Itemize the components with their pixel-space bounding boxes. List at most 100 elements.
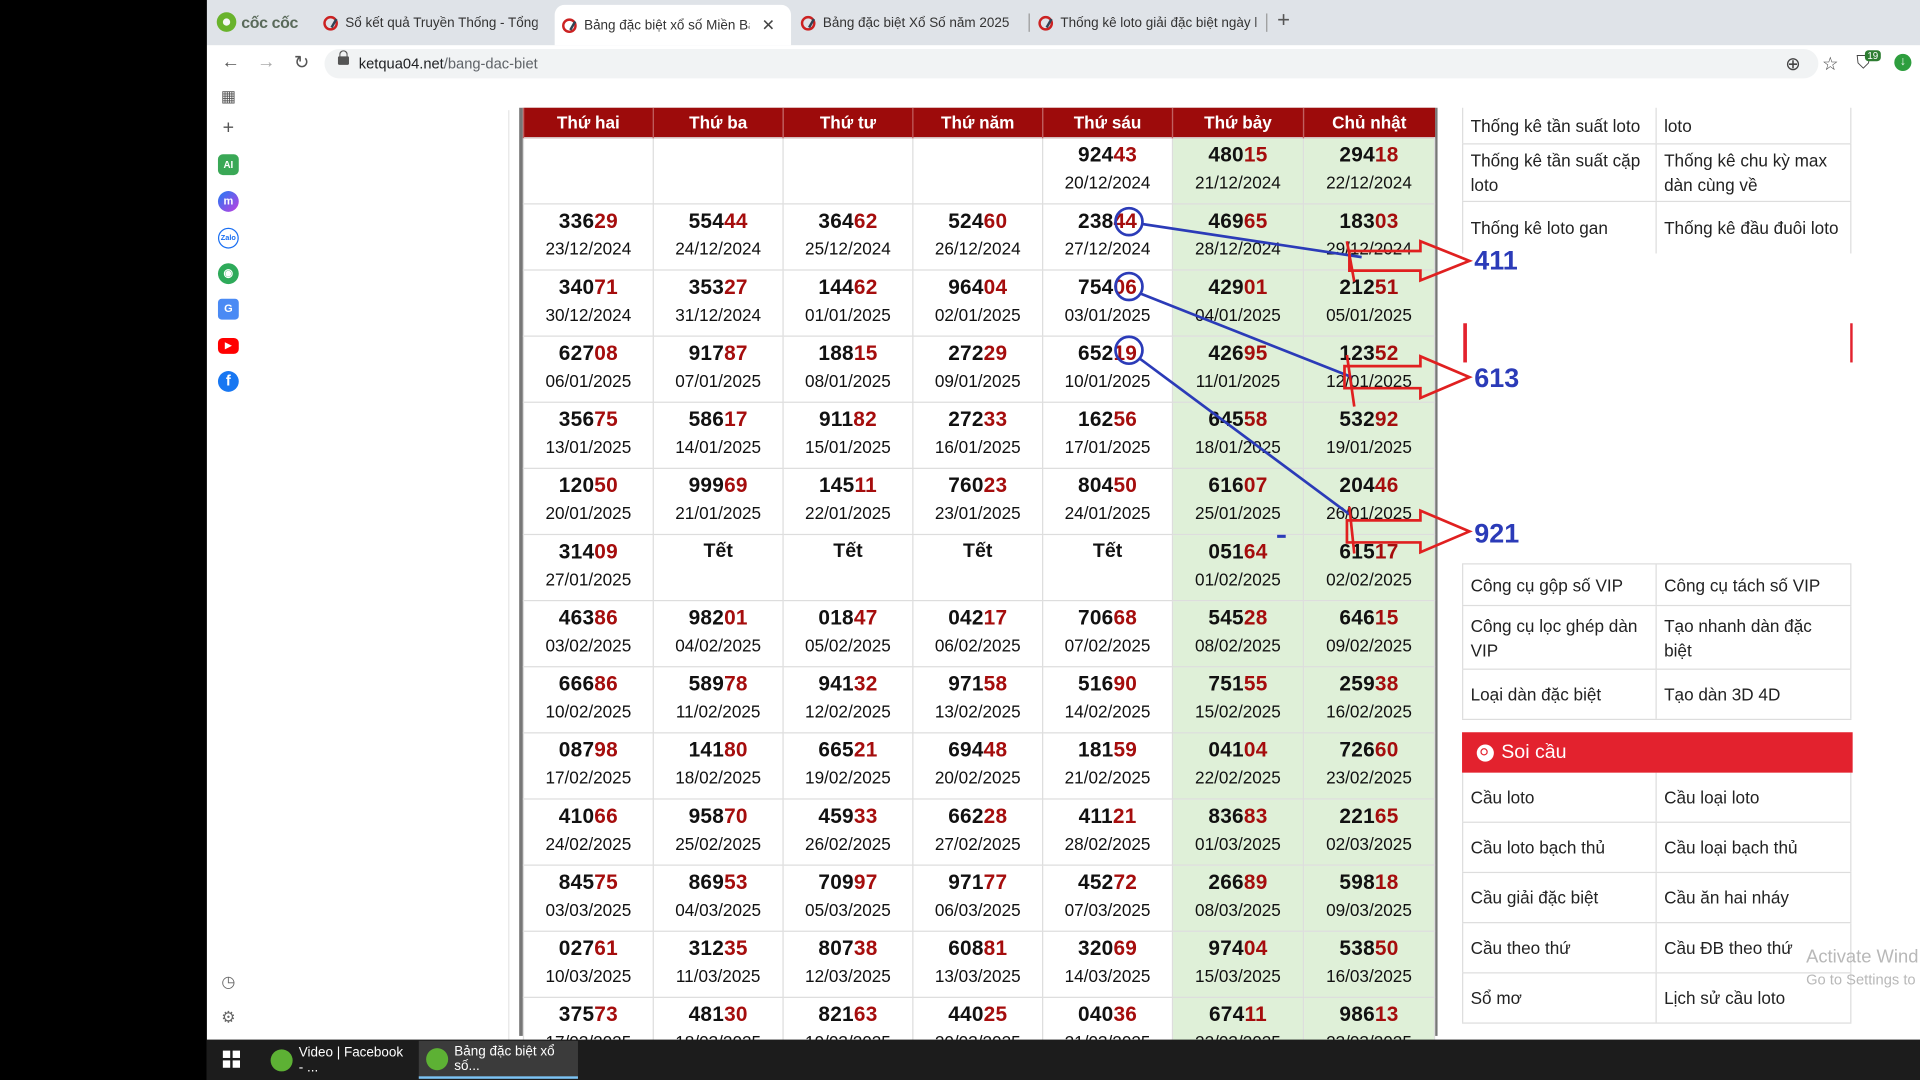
- taskbar-app-facebook[interactable]: Video | Facebook - ...: [263, 1041, 416, 1079]
- draw-date: 03/02/2025: [545, 635, 632, 656]
- link-cau-loai-loto[interactable]: Cầu loại loto: [1657, 772, 1852, 822]
- ai-icon[interactable]: AI: [217, 154, 239, 176]
- link-tao-nhanh-dan[interactable]: Tạo nhanh dàn đặc biệt: [1657, 606, 1852, 669]
- number-head: 941: [818, 672, 854, 696]
- special-prize-number: 97177: [913, 868, 1042, 896]
- back-icon[interactable]: ←: [222, 51, 240, 72]
- grid-icon[interactable]: ▦: [218, 86, 239, 107]
- link-gop-so-vip[interactable]: Công cụ gộp số VIP: [1462, 564, 1657, 605]
- draw-date: 01/03/2025: [1195, 833, 1281, 854]
- draw-date: 12/03/2025: [805, 966, 891, 986]
- coccoc-app-icon: [270, 1048, 293, 1071]
- number-tail: 89: [1243, 870, 1268, 894]
- zalo-icon[interactable]: Zalo: [217, 227, 239, 249]
- number-head: 924: [1077, 143, 1114, 167]
- coccoc-logo[interactable]: cốc cốc: [216, 10, 298, 34]
- draw-date: 16/01/2025: [934, 437, 1021, 457]
- link-dau-duoi-loto[interactable]: Thống kê đầu đuôi loto: [1657, 202, 1852, 254]
- special-prize-number: 97158: [913, 670, 1042, 698]
- reload-icon[interactable]: ↻: [294, 51, 309, 74]
- col-header-thursday: Thứ năm: [912, 107, 1043, 138]
- link-loai-dan-dac-biet[interactable]: Loại dàn đặc biệt: [1462, 669, 1657, 719]
- special-prize-number: 66228: [913, 802, 1042, 830]
- download-icon[interactable]: ↓: [1894, 53, 1912, 72]
- right-row: Thống kê loto gan Thống kê đầu đuôi loto: [1462, 202, 1852, 254]
- number-head: 272: [948, 407, 984, 432]
- draw-date: 12/01/2025: [1326, 371, 1412, 391]
- plus-icon[interactable]: +: [218, 118, 239, 139]
- tab-bang-dac-biet-2025[interactable]: Bảng đặc biệt Xổ Số năm 2025: [793, 5, 1026, 42]
- number-tail: 04: [1243, 936, 1268, 961]
- soi-cau-title: Soi cầu: [1501, 741, 1567, 763]
- games-icon[interactable]: ◉: [217, 263, 239, 285]
- result-cell: 04104 22/02/2025: [1171, 732, 1305, 800]
- forward-icon[interactable]: →: [257, 51, 275, 72]
- number-tail: 56: [1113, 407, 1138, 432]
- special-prize-number: 42695: [1173, 339, 1303, 367]
- number-tail: 07: [1243, 473, 1268, 498]
- number-head: 463: [558, 606, 595, 630]
- link-loc-ghep-dan-vip[interactable]: Công cụ lọc ghép dàn VIP: [1462, 606, 1657, 669]
- special-prize-number: 32069: [1043, 934, 1172, 962]
- link-cau-giai-dac-biet[interactable]: Cầu giải đặc biệt: [1462, 873, 1657, 923]
- translate-icon[interactable]: G: [217, 298, 239, 320]
- left-black-margin: [0, 0, 207, 1080]
- special-prize-number: 83683: [1173, 802, 1303, 830]
- number-tail: 95: [1243, 341, 1268, 365]
- lock-icon[interactable]: [337, 50, 349, 65]
- link-cau-loai-bach-thu[interactable]: Cầu loại bạch thủ: [1657, 822, 1852, 872]
- draw-date: 08/02/2025: [1195, 635, 1281, 656]
- result-cell: 46965 28/12/2024: [1171, 203, 1305, 271]
- result-cell: 41066 24/02/2025: [522, 798, 654, 866]
- taskbar-app-bang-dac-biet[interactable]: Bảng đặc biệt xổ số...: [418, 1040, 578, 1079]
- number-head: 027: [558, 936, 595, 961]
- link-chu-ky-max[interactable]: Thống kê chu kỳ max dàn cùng về: [1657, 144, 1852, 201]
- link-tan-suat-cap-loto[interactable]: Thống kê tần suất cặp loto: [1462, 144, 1657, 201]
- tab-truyen-thong[interactable]: Sổ kết quả Truyền Thống - Tổng h: [316, 5, 545, 42]
- number-head: 532: [1339, 407, 1375, 432]
- close-tab-icon[interactable]: ✕: [762, 15, 775, 35]
- settings-icon[interactable]: ⚙: [218, 1007, 239, 1028]
- number-tail: 17: [724, 407, 748, 432]
- new-tab-icon[interactable]: +: [1277, 7, 1290, 33]
- facebook-icon[interactable]: f: [217, 371, 239, 392]
- number-head: 141: [688, 738, 725, 762]
- number-head: 145: [818, 473, 855, 498]
- link-tao-dan-3d-4d[interactable]: Tạo dàn 3D 4D: [1657, 669, 1852, 719]
- result-cell: 16256 17/01/2025: [1042, 401, 1174, 469]
- link-so-mo[interactable]: Sổ mơ: [1462, 973, 1657, 1023]
- result-cell: 75406 03/01/2025: [1042, 269, 1174, 337]
- link-thong-ke-tan-suat-loto[interactable]: Thống kê tần suất loto: [1462, 107, 1657, 144]
- youtube-icon[interactable]: ▶: [217, 337, 239, 354]
- special-prize-number: 22165: [1304, 802, 1434, 830]
- table-row: 62708 06/01/2025 91787 07/01/2025 18815 08/01…: [522, 335, 1436, 403]
- tab-thong-ke-loto[interactable]: Thống kê loto giải đặc biệt ngày h: [1031, 5, 1264, 42]
- number-head: 964: [948, 275, 984, 299]
- url-text[interactable]: ketqua04.net/bang-dac-biet: [359, 55, 538, 72]
- tab-bang-dac-biet[interactable]: Bảng đặc biệt xổ số Miền Bắc ✕: [554, 4, 792, 46]
- windows-start-icon[interactable]: [222, 1050, 241, 1068]
- draw-date: 26/02/2025: [805, 833, 891, 854]
- draw-date: 16/03/2025: [1326, 966, 1412, 986]
- link-cau-theo-thu[interactable]: Cầu theo thứ: [1462, 923, 1657, 973]
- draw-date: 30/12/2024: [545, 304, 632, 325]
- link-cau-loto-bach-thu[interactable]: Cầu loto bạch thủ: [1462, 822, 1657, 872]
- link-cau-an-hai-nhay[interactable]: Cầu ăn hai nháy: [1657, 873, 1852, 923]
- bookmark-star-icon[interactable]: ☆: [1822, 53, 1838, 75]
- link-cau-loto[interactable]: Cầu loto: [1462, 772, 1657, 822]
- zoom-icon[interactable]: ⊕: [1785, 53, 1800, 75]
- messenger-icon[interactable]: m: [217, 191, 239, 212]
- number-tail: 66: [594, 804, 618, 828]
- draw-date: 10/03/2025: [545, 966, 632, 986]
- special-prize-number: 58978: [654, 670, 783, 698]
- address-bar[interactable]: [324, 48, 1819, 79]
- link-loto[interactable]: loto: [1657, 107, 1852, 144]
- history-icon[interactable]: ◷: [218, 971, 239, 992]
- link-loto-gan[interactable]: Thống kê loto gan: [1462, 202, 1657, 254]
- draw-date: 20/02/2025: [934, 767, 1021, 788]
- result-cell: 12352 12/01/2025: [1302, 335, 1436, 403]
- draw-date: 24/02/2025: [545, 833, 632, 854]
- number-head: 183: [1339, 209, 1375, 233]
- link-tach-so-vip[interactable]: Công cụ tách số VIP: [1657, 564, 1852, 605]
- number-head: 040: [1077, 1002, 1114, 1027]
